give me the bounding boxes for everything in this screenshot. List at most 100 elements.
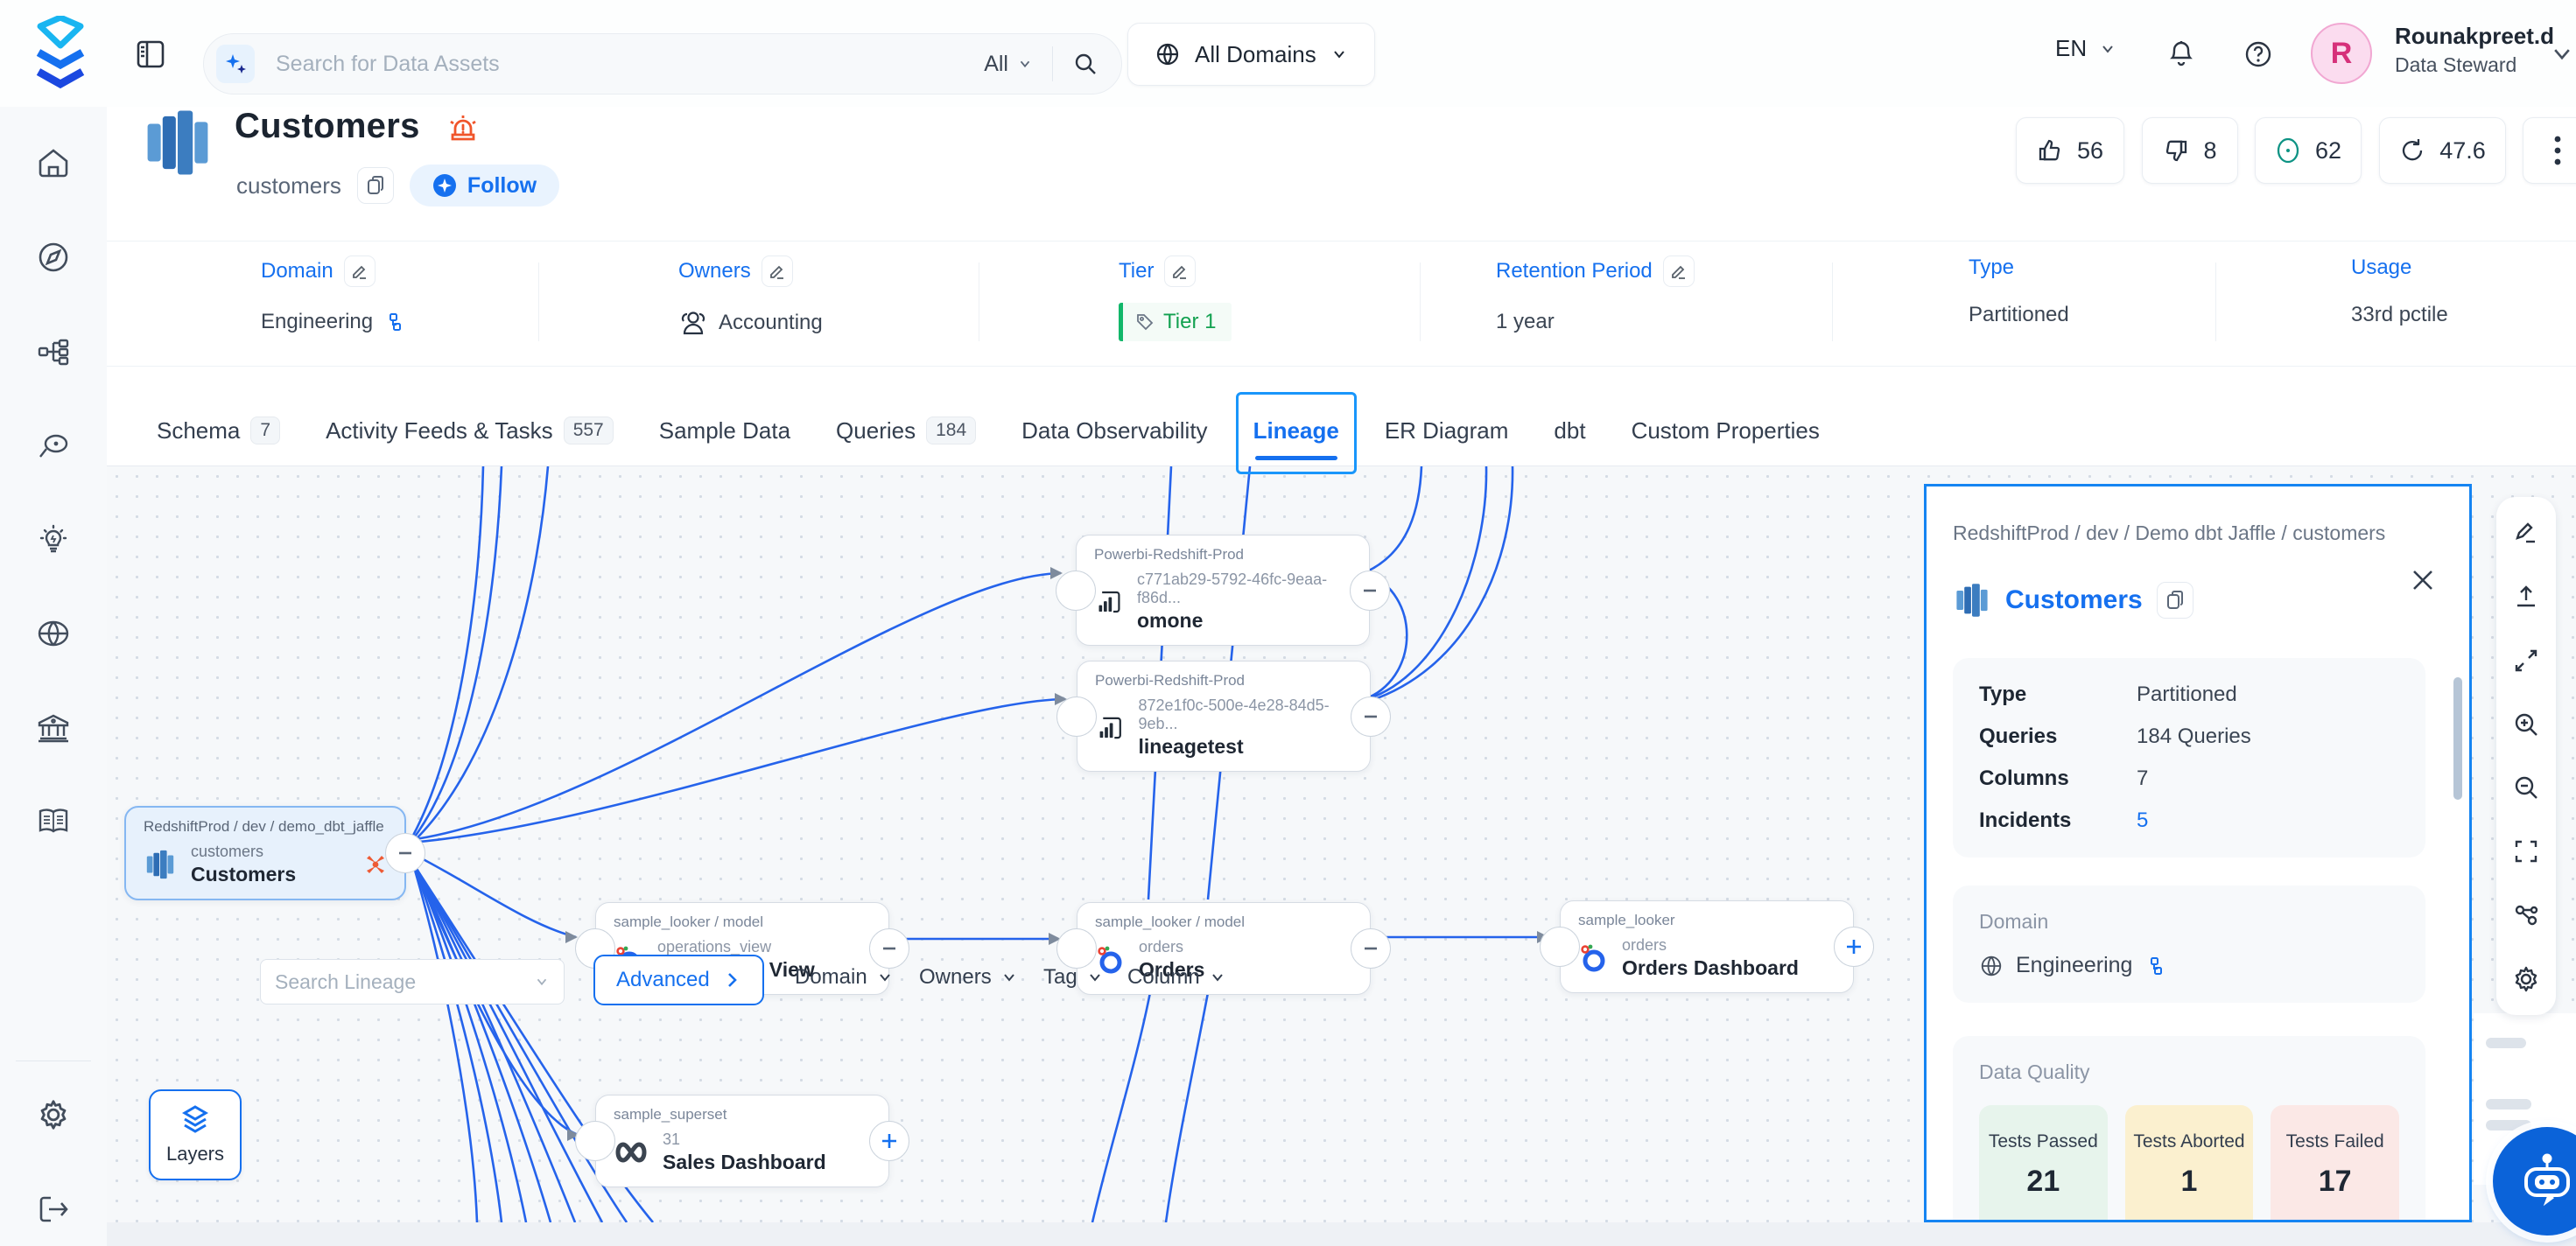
search-input[interactable] bbox=[276, 52, 984, 77]
filter-column[interactable]: Column bbox=[1127, 965, 1226, 990]
follow-label: Follow bbox=[467, 173, 537, 199]
tab-queries[interactable]: Queries184 bbox=[832, 396, 979, 466]
node-handle-left[interactable] bbox=[1540, 927, 1580, 967]
user-avatar[interactable]: R bbox=[2311, 23, 2372, 84]
edit-retention-button[interactable] bbox=[1663, 256, 1695, 287]
node-collapse-handle[interactable] bbox=[869, 928, 909, 969]
node-name: lineagetest bbox=[1138, 735, 1352, 759]
user-menu[interactable]: Rounakpreet.d Data Steward bbox=[2395, 23, 2554, 77]
tab-lineage[interactable]: Lineage bbox=[1250, 396, 1343, 466]
alert-siren-icon[interactable] bbox=[445, 110, 481, 147]
edit-tier-button[interactable] bbox=[1164, 256, 1196, 287]
watch-button[interactable]: 62 bbox=[2255, 117, 2362, 184]
node-collapse-handle[interactable] bbox=[1350, 570, 1390, 611]
sidebar-toggle-button[interactable] bbox=[133, 37, 168, 72]
fit-view-icon[interactable] bbox=[2511, 836, 2541, 866]
domain-value[interactable]: Engineering bbox=[261, 310, 373, 334]
sidebar-item-domains[interactable] bbox=[32, 612, 74, 654]
filter-owners[interactable]: Owners bbox=[919, 965, 1018, 990]
follow-button[interactable]: Follow bbox=[410, 164, 559, 206]
copy-button[interactable] bbox=[357, 167, 394, 204]
tier-badge[interactable]: Tier 1 bbox=[1119, 303, 1232, 341]
search-icon[interactable] bbox=[1072, 51, 1098, 77]
tab-activity-feeds[interactable]: Activity Feeds & Tasks557 bbox=[322, 396, 617, 466]
retention-value: 1 year bbox=[1496, 310, 1555, 334]
tab-data-observability[interactable]: Data Observability bbox=[1018, 396, 1211, 466]
close-icon[interactable] bbox=[2408, 565, 2438, 595]
settings-gear-icon[interactable] bbox=[2511, 964, 2541, 994]
advanced-filter-button[interactable]: Advanced bbox=[593, 955, 764, 1005]
node-expand-handle[interactable] bbox=[1834, 927, 1874, 967]
lineage-node-omone[interactable]: Powerbi-Redshift-Prod c771ab29-5792-46fc… bbox=[1076, 535, 1370, 646]
tab-schema[interactable]: Schema7 bbox=[153, 396, 284, 466]
filter-domain[interactable]: Domain bbox=[795, 965, 894, 990]
chevron-down-icon[interactable] bbox=[2551, 42, 2573, 65]
export-button[interactable] bbox=[2511, 582, 2541, 612]
lineage-search[interactable] bbox=[260, 959, 565, 1004]
sidebar-item-home[interactable] bbox=[32, 142, 74, 184]
sidebar-item-explore[interactable] bbox=[32, 236, 74, 278]
lineage-node-orders-dashboard[interactable]: sample_looker orders Orders Dashboard bbox=[1560, 900, 1854, 993]
tab-dbt[interactable]: dbt bbox=[1550, 396, 1589, 466]
tab-sample-data[interactable]: Sample Data bbox=[656, 396, 794, 466]
refresh-score-button[interactable]: 47.6 bbox=[2379, 117, 2506, 184]
help-icon bbox=[2242, 38, 2275, 71]
sidebar-item-insights[interactable] bbox=[32, 520, 74, 562]
edit-domain-button[interactable] bbox=[344, 256, 376, 287]
sidebar-item-governance[interactable] bbox=[32, 707, 74, 749]
entity-name: customers bbox=[236, 172, 341, 200]
lineage-node-lineagetest[interactable]: Powerbi-Redshift-Prod 872e1f0c-500e-4e28… bbox=[1077, 661, 1371, 772]
tests-passed-tile[interactable]: Tests Passed 21 bbox=[1979, 1105, 2108, 1222]
node-service: sample_superset bbox=[614, 1106, 871, 1124]
help-button[interactable] bbox=[2237, 33, 2279, 75]
node-handle-left[interactable] bbox=[575, 1121, 615, 1161]
panel-title-link[interactable]: Customers bbox=[2005, 585, 2143, 615]
node-handle-left[interactable] bbox=[1056, 570, 1096, 611]
owners-value[interactable]: Accounting bbox=[719, 311, 823, 335]
global-search[interactable]: All bbox=[203, 33, 1122, 94]
search-scope-dropdown[interactable]: All bbox=[984, 52, 1033, 77]
expand-button[interactable] bbox=[2511, 646, 2541, 676]
upvote-button[interactable]: 56 bbox=[2016, 117, 2124, 184]
node-handle-left[interactable] bbox=[1056, 928, 1097, 969]
all-domains-dropdown[interactable]: All Domains bbox=[1127, 23, 1375, 86]
edit-lineage-button[interactable] bbox=[2511, 518, 2541, 548]
lineage-node-customers[interactable]: RedshiftProd / dev / demo_dbt_jaffle cus… bbox=[124, 806, 406, 900]
language-dropdown[interactable]: EN bbox=[2055, 35, 2116, 62]
sidebar-item-logout[interactable] bbox=[32, 1188, 74, 1230]
tab-custom-properties[interactable]: Custom Properties bbox=[1628, 396, 1823, 466]
zoom-in-icon[interactable] bbox=[2511, 710, 2541, 739]
node-collapse-handle[interactable] bbox=[1351, 696, 1391, 737]
zoom-out-icon[interactable] bbox=[2511, 773, 2541, 802]
domain-card-value[interactable]: Engineering bbox=[2016, 953, 2132, 978]
notifications-button[interactable] bbox=[2160, 33, 2202, 75]
sidebar-item-settings[interactable] bbox=[32, 1094, 74, 1136]
node-collapse-handle[interactable] bbox=[385, 833, 425, 873]
sidebar-item-glossary[interactable] bbox=[32, 800, 74, 842]
sidebar-item-lineage[interactable] bbox=[32, 331, 74, 373]
node-collapse-handle[interactable] bbox=[1351, 928, 1391, 969]
tests-failed-tile[interactable]: Tests Failed 17 bbox=[2271, 1105, 2399, 1222]
panel-breadcrumb[interactable]: RedshiftProd / dev / Demo dbt Jaffle / c… bbox=[1953, 518, 2408, 548]
home-icon bbox=[37, 147, 70, 178]
node-expand-handle[interactable] bbox=[869, 1121, 909, 1161]
divider bbox=[538, 262, 539, 341]
lineage-node-sales-dashboard[interactable]: sample_superset 31 Sales Dashboard bbox=[595, 1095, 889, 1187]
layers-button[interactable]: Layers bbox=[149, 1089, 242, 1180]
lineage-search-input[interactable] bbox=[275, 970, 534, 994]
tab-er-diagram[interactable]: ER Diagram bbox=[1381, 396, 1513, 466]
node-handle-left[interactable] bbox=[1056, 696, 1097, 737]
lineage-graph-icon[interactable] bbox=[2511, 900, 2541, 930]
panel-scrollbar[interactable] bbox=[2453, 677, 2462, 800]
ai-sparkle-icon[interactable] bbox=[216, 45, 255, 83]
sidebar-item-observability[interactable] bbox=[32, 425, 74, 467]
tests-aborted-tile[interactable]: Tests Aborted 1 bbox=[2125, 1105, 2254, 1222]
downvote-button[interactable]: 8 bbox=[2142, 117, 2238, 184]
summary-incidents-link[interactable]: 5 bbox=[2137, 808, 2399, 833]
filter-tag[interactable]: Tag bbox=[1043, 965, 1104, 990]
copy-button[interactable] bbox=[2157, 582, 2193, 619]
edit-owners-button[interactable] bbox=[762, 256, 793, 287]
more-actions-button[interactable] bbox=[2523, 117, 2576, 184]
top-bar: All All Domains EN R Rounakpreet.d Data … bbox=[0, 0, 2576, 107]
gear-icon bbox=[36, 1097, 71, 1132]
